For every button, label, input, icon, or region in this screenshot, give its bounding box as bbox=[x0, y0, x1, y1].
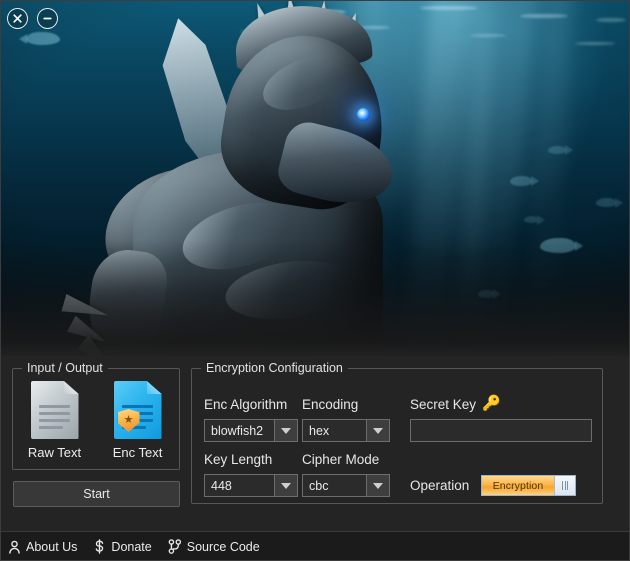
chevron-down-icon bbox=[274, 420, 297, 441]
raw-text-item[interactable]: Raw Text bbox=[20, 381, 90, 460]
about-us-link[interactable]: About Us bbox=[8, 540, 77, 554]
window-controls bbox=[7, 8, 58, 29]
enc-algorithm-value: blowfish2 bbox=[211, 423, 264, 438]
dollar-icon bbox=[93, 539, 106, 554]
minimize-button[interactable] bbox=[37, 8, 58, 29]
secret-key-label: Secret Key bbox=[410, 397, 477, 412]
control-panel: Input / Output Raw Text ★ Enc Text Start… bbox=[0, 356, 630, 531]
input-output-group-title: Input / Output bbox=[22, 361, 108, 375]
key-icon: 🔑 bbox=[482, 395, 501, 412]
cipher-mode-label: Cipher Mode bbox=[302, 452, 380, 467]
chevron-down-icon bbox=[366, 475, 389, 496]
close-button[interactable] bbox=[7, 8, 28, 29]
source-code-label: Source Code bbox=[186, 539, 260, 554]
operation-toggle-label: Encryption bbox=[482, 476, 554, 495]
operation-toggle[interactable]: Encryption bbox=[481, 475, 576, 496]
about-us-label: About Us bbox=[26, 539, 78, 554]
operation-label: Operation bbox=[410, 478, 470, 493]
enc-text-label: Enc Text bbox=[112, 445, 163, 460]
key-length-label: Key Length bbox=[204, 452, 273, 467]
cipher-mode-value: cbc bbox=[309, 478, 329, 493]
enc-text-item[interactable]: ★ Enc Text bbox=[103, 381, 173, 460]
encoding-label: Encoding bbox=[302, 397, 359, 412]
document-encrypted-icon: ★ bbox=[113, 381, 162, 439]
minus-icon bbox=[42, 13, 53, 24]
hero-bottom-fade bbox=[0, 240, 630, 360]
close-icon bbox=[12, 13, 23, 24]
donate-label: Donate bbox=[111, 539, 152, 554]
cipher-mode-dropdown[interactable]: cbc bbox=[302, 474, 390, 497]
secret-key-input[interactable] bbox=[410, 419, 592, 442]
document-grey-icon bbox=[30, 381, 79, 439]
operation-toggle-knob[interactable] bbox=[554, 476, 575, 495]
chevron-down-icon bbox=[274, 475, 297, 496]
key-length-dropdown[interactable]: 448 bbox=[204, 474, 298, 497]
raw-text-label: Raw Text bbox=[27, 445, 82, 460]
encryption-configuration-group: Encryption Configuration Enc Algorithm E… bbox=[191, 361, 603, 504]
source-code-link[interactable]: Source Code bbox=[168, 539, 260, 554]
chevron-down-icon bbox=[366, 420, 389, 441]
io-icon-row: Raw Text ★ Enc Text bbox=[13, 381, 179, 460]
app-window: Input / Output Raw Text ★ Enc Text Start… bbox=[0, 0, 630, 561]
encoding-dropdown[interactable]: hex bbox=[302, 419, 390, 442]
encoding-value: hex bbox=[309, 423, 330, 438]
start-button[interactable]: Start bbox=[13, 481, 180, 507]
person-icon bbox=[8, 540, 21, 554]
donate-link[interactable]: Donate bbox=[93, 539, 152, 554]
input-output-group: Input / Output Raw Text ★ Enc Text bbox=[12, 361, 180, 470]
status-bar: About Us Donate Source Code bbox=[0, 531, 630, 561]
enc-algorithm-label: Enc Algorithm bbox=[204, 397, 288, 412]
hero-image bbox=[0, 0, 630, 360]
enc-algorithm-dropdown[interactable]: blowfish2 bbox=[204, 419, 298, 442]
key-length-value: 448 bbox=[211, 478, 232, 493]
encryption-configuration-title: Encryption Configuration bbox=[201, 361, 348, 375]
git-branch-icon bbox=[168, 539, 182, 554]
